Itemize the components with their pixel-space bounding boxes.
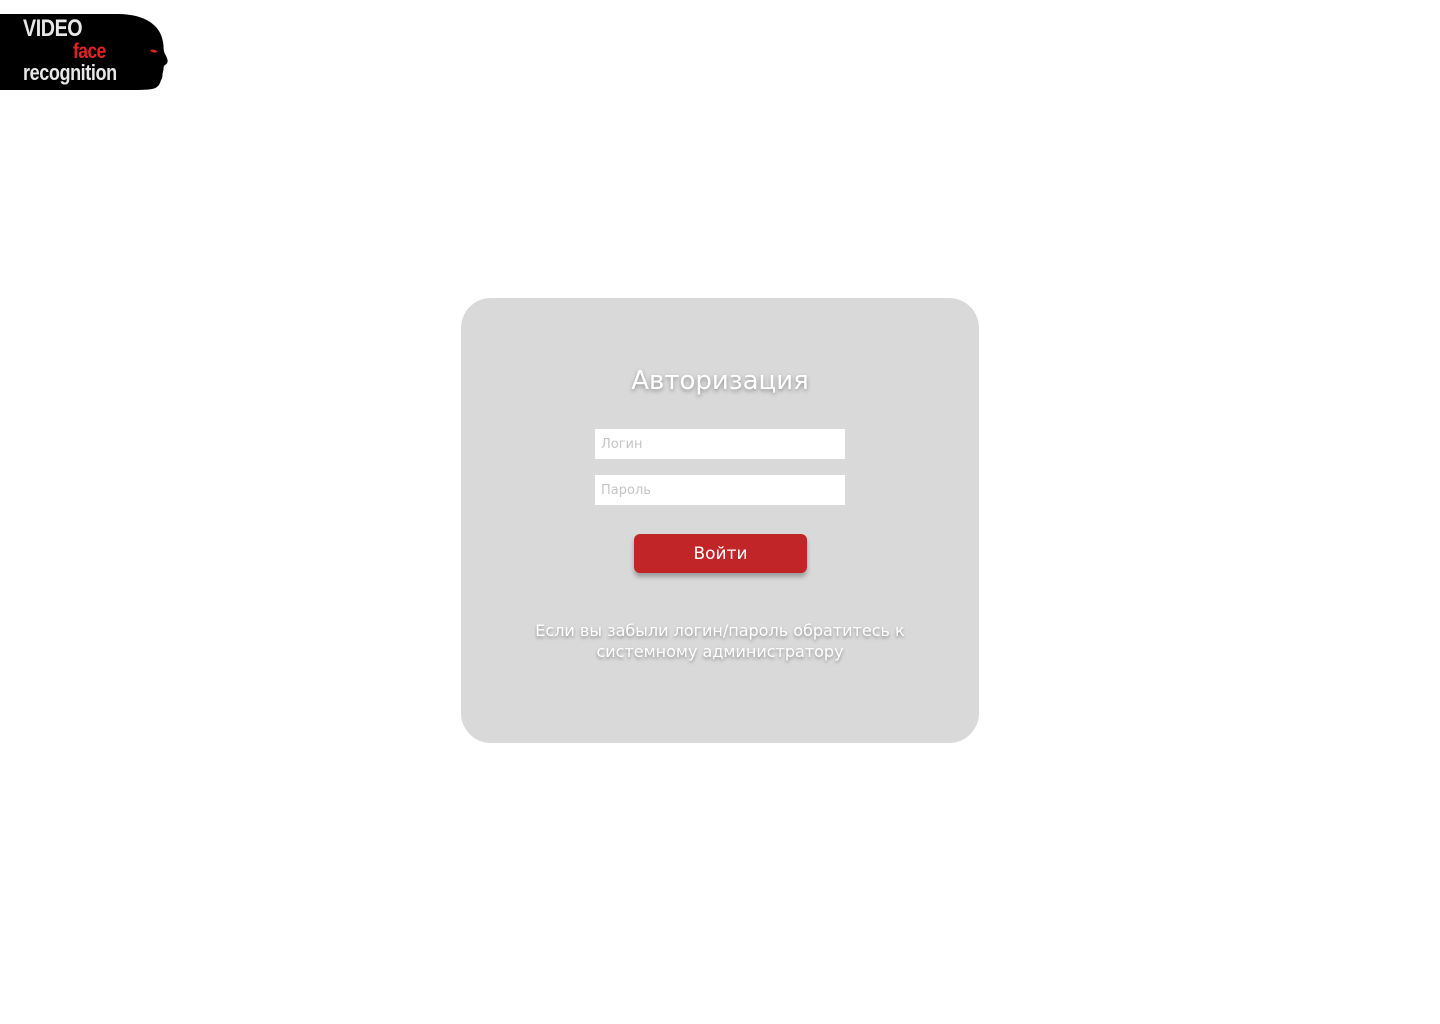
password-input[interactable] xyxy=(595,475,845,505)
logo-text-video: VIDEO xyxy=(23,15,83,42)
login-card: Авторизация Войти Если вы забыли логин/п… xyxy=(461,298,979,743)
logo-text-recognition: recognition xyxy=(23,60,117,85)
login-button[interactable]: Войти xyxy=(634,534,807,573)
logo-text-face: face xyxy=(73,40,106,63)
app-logo: VIDEO face recognition xyxy=(0,14,170,92)
page-title: Авторизация xyxy=(631,366,809,396)
login-input[interactable] xyxy=(595,429,845,459)
forgot-password-hint: Если вы забыли логин/пароль обратитесь к… xyxy=(535,621,905,661)
